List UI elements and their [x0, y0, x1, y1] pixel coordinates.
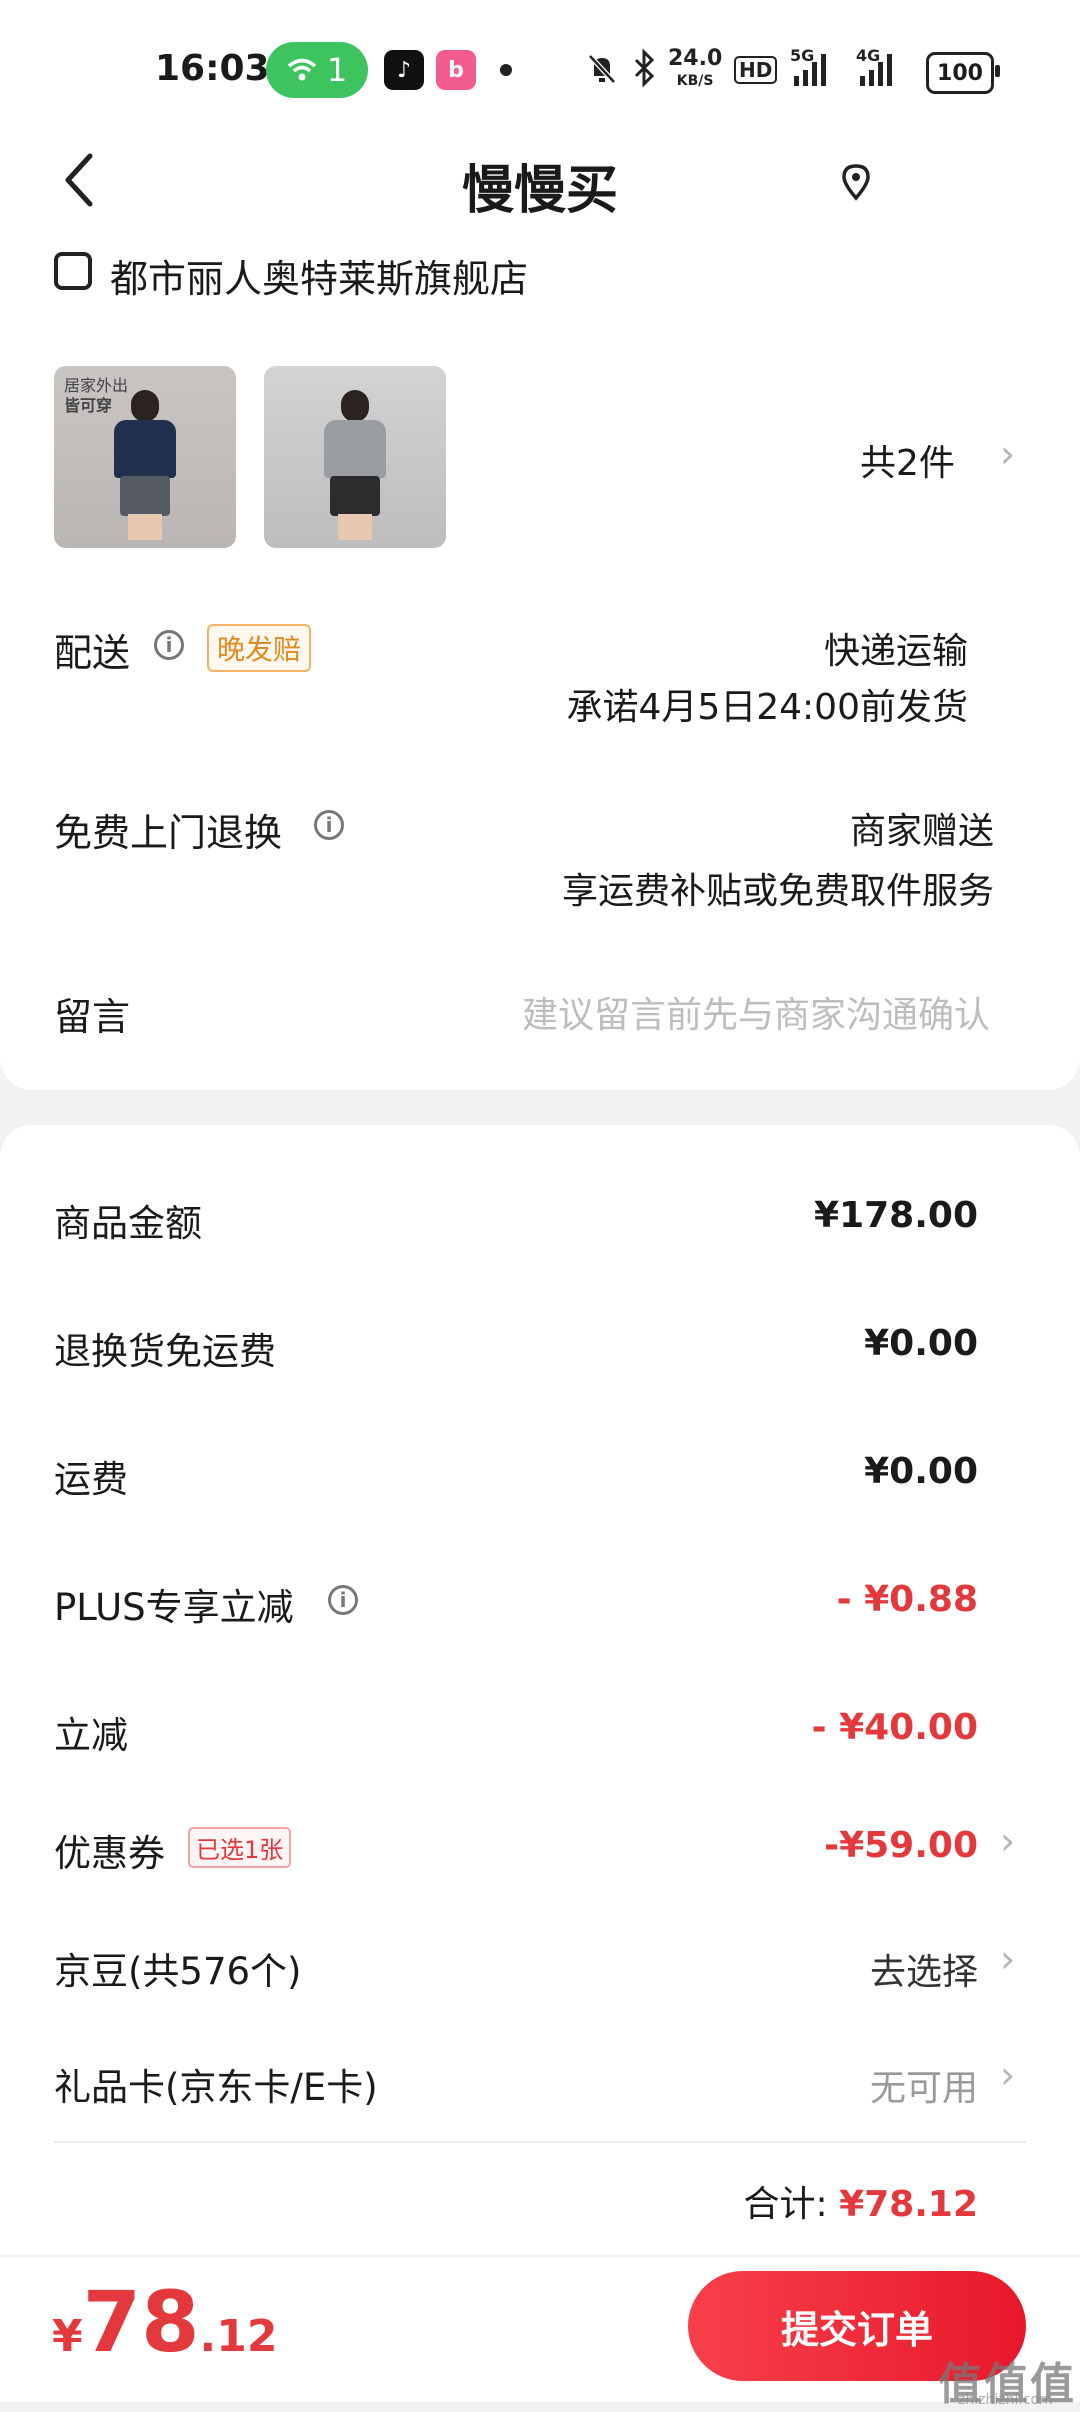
shipping-label: 运费 — [54, 1458, 128, 1501]
status-time: 16:03 — [155, 48, 270, 89]
chevron-right-icon: › — [1000, 1937, 1016, 1981]
order-total: 合计: ¥78.12 — [743, 2175, 978, 2227]
late-compensation-tag: 晚发赔 — [207, 624, 312, 672]
watermark-url: zhizhizhi.com — [958, 2392, 1053, 2408]
product-count[interactable]: 共2件 — [860, 434, 955, 486]
delivery-promise: 承诺4月5日24:00前发货 — [566, 687, 968, 728]
product-thumbnail-2[interactable] — [264, 366, 446, 548]
product-thumbnail-1[interactable]: 居家外出 皆可穿 — [54, 366, 236, 548]
currency-symbol: ¥ — [52, 2311, 83, 2362]
return-shipping-value: ¥0.00 — [864, 1323, 978, 1364]
product-model-image — [114, 390, 176, 540]
instant-discount-value: - ¥40.00 — [811, 1707, 978, 1748]
message-label: 留言 — [54, 995, 131, 1039]
page-title: 慢慢买 — [461, 161, 618, 221]
instant-discount-label: 立减 — [54, 1714, 128, 1757]
location-button[interactable] — [838, 162, 874, 202]
store-icon — [54, 252, 92, 290]
wifi-hotspot-badge: 1 — [266, 42, 368, 98]
coupon-discount-value[interactable]: -¥59.00 — [824, 1825, 978, 1866]
shipping-value: ¥0.00 — [864, 1451, 978, 1492]
checkout-bar: ¥78.12 提交订单 — [0, 2255, 1080, 2402]
battery-icon: 100 — [926, 52, 1000, 94]
giftcard-label[interactable]: 礼品卡(京东卡/E卡) — [54, 2057, 378, 2111]
plus-discount-label: PLUS专享立减 — [54, 1586, 294, 1629]
status-bar: 16:03 1 ♪ b 24.0 KB/S HD 5G 4G 100 — [0, 0, 1080, 130]
info-icon[interactable]: i — [154, 630, 184, 660]
return-service-label: 免费上门退换 — [54, 811, 283, 855]
info-icon[interactable]: i — [328, 1585, 358, 1615]
product-model-image — [324, 390, 386, 540]
order-info-card: 都市丽人奥特莱斯旗舰店 居家外出 皆可穿 共2件 › 配送 i 晚发赔 快递运输… — [0, 230, 1080, 1090]
location-pin-icon — [842, 164, 870, 201]
coupon-selected-tag: 已选1张 — [188, 1827, 292, 1868]
total-label: 合计: — [743, 2184, 828, 2225]
message-input[interactable]: 建议留言前先与商家沟通确认 — [522, 986, 990, 1038]
bluetooth-icon — [632, 48, 656, 94]
return-service-value: 商家赠送 — [849, 811, 994, 852]
store-name[interactable]: 都市丽人奥特莱斯旗舰店 — [110, 248, 528, 303]
pay-amount-decimal: .12 — [199, 2311, 278, 2362]
jingdou-action[interactable]: 去选择 — [870, 1943, 978, 1995]
pricing-card: 商品金额 ¥178.00 退换货免运费 ¥0.00 运费 ¥0.00 PLUS专… — [0, 1125, 1080, 2255]
chevron-right-icon: › — [1000, 1819, 1016, 1863]
total-value: ¥78.12 — [839, 2184, 978, 2225]
wifi-badge-count: 1 — [326, 51, 348, 89]
info-icon[interactable]: i — [314, 810, 344, 840]
goods-amount-value: ¥178.00 — [814, 1195, 978, 1236]
pay-amount-integer: 78 — [82, 2273, 200, 2371]
giftcard-value[interactable]: 无可用 — [870, 2059, 978, 2111]
notification-dot-icon — [500, 64, 512, 76]
network-speed: 24.0 — [668, 46, 723, 71]
app-header: 慢慢买 — [0, 130, 1080, 230]
goods-amount-label: 商品金额 — [54, 1202, 202, 1245]
delivery-method[interactable]: 快递运输 — [824, 622, 968, 674]
return-shipping-label: 退换货免运费 — [54, 1330, 276, 1373]
coupon-label[interactable]: 优惠券 — [54, 1823, 165, 1877]
signal-4g-icon: 4G — [856, 46, 902, 96]
bilibili-app-icon: b — [436, 50, 476, 90]
chevron-right-icon: › — [1000, 432, 1016, 476]
wifi-icon — [287, 58, 316, 81]
chevron-right-icon: › — [1000, 2053, 1016, 2097]
network-speed-unit: KB/S — [676, 73, 714, 89]
delivery-label: 配送 — [54, 631, 131, 675]
pay-amount: ¥78.12 — [52, 2273, 277, 2371]
jingdou-label[interactable]: 京豆(共576个) — [54, 1941, 302, 1995]
battery-level: 100 — [937, 60, 983, 86]
divider — [54, 2141, 1026, 2143]
hd-icon: HD — [734, 56, 778, 84]
plus-discount-value: - ¥0.88 — [836, 1579, 978, 1620]
tiktok-app-icon: ♪ — [384, 50, 424, 90]
signal-5g-icon: 5G — [790, 46, 836, 96]
mute-icon — [584, 50, 620, 92]
return-service-desc: 享运费补贴或免费取件服务 — [561, 871, 994, 912]
